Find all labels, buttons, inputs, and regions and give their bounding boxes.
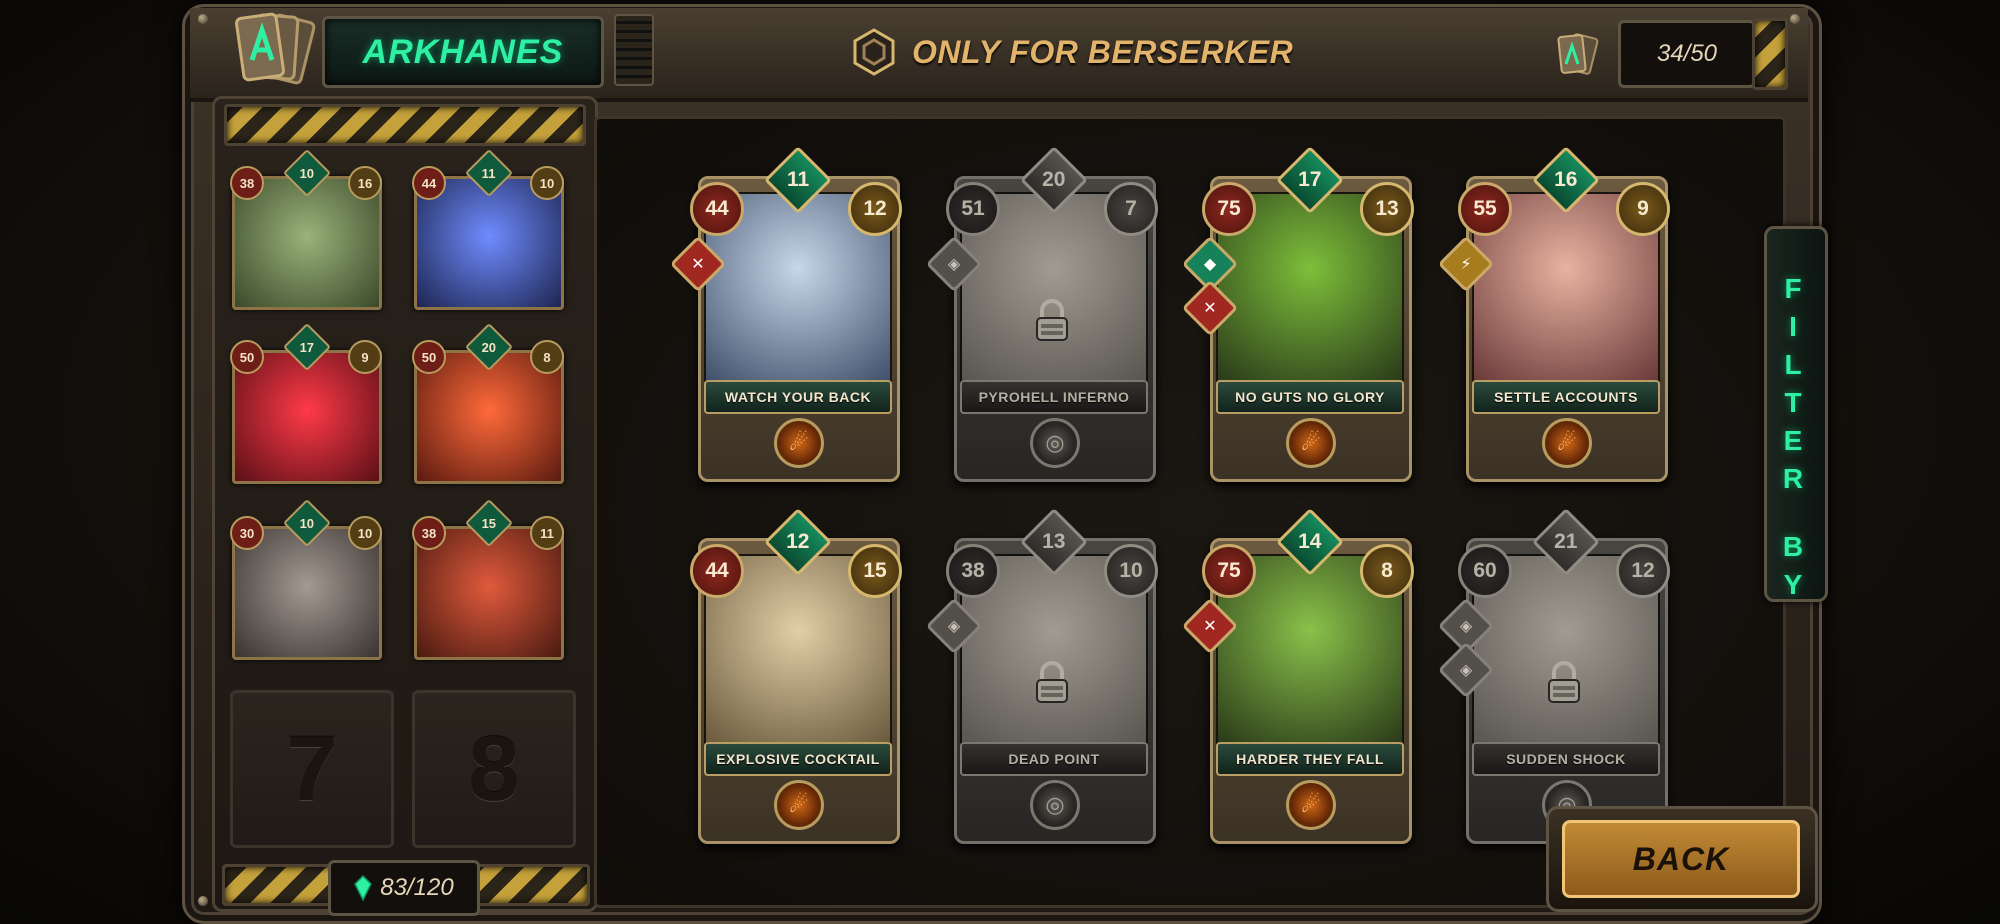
rivet: [198, 896, 208, 906]
defense-stat: 16: [348, 166, 382, 200]
energy-cost-value: 11: [482, 165, 496, 181]
berserker-class-icon: ☄: [774, 418, 824, 468]
defense-stat: 10: [348, 516, 382, 550]
deck-card-slot[interactable]: 50 17 9: [224, 322, 384, 484]
filter-by-tab-label: FILTER BY: [1764, 270, 1822, 604]
defense-stat: 9: [348, 340, 382, 374]
lock-icon: [1548, 661, 1580, 703]
speaker-grille: [614, 14, 654, 86]
filter-by-label-line: FILTER: [1782, 273, 1804, 494]
hazard-stripe: [1752, 18, 1788, 90]
defense-stat: 8: [530, 340, 564, 374]
energy-cost-value: 14: [1298, 529, 1322, 553]
class-filter-hex-icon[interactable]: [852, 28, 896, 76]
deck-card-slot[interactable]: 38 15 11: [406, 498, 566, 660]
attack-stat: 44: [690, 544, 744, 598]
defense-stat: 12: [1616, 544, 1670, 598]
attack-stat: 50: [412, 340, 446, 374]
attack-stat: 50: [230, 340, 264, 374]
attack-stat: 38: [412, 516, 446, 550]
energy-cost-value: 12: [786, 529, 810, 553]
card-title: SETTLE ACCOUNTS: [1472, 380, 1660, 414]
energy-cost-value: 11: [786, 167, 810, 191]
rivet: [198, 14, 208, 24]
filter-by-label-line: BY: [1782, 531, 1804, 600]
collection-card[interactable]: SETTLE ACCOUNTS ☄ 55 9 16 ⚡: [1437, 146, 1670, 498]
attack-stat: 30: [230, 516, 264, 550]
card-title: EXPLOSIVE COCKTAIL: [704, 742, 892, 776]
locked-card[interactable]: DEAD POINT ◎ 38 10 13 ◈: [925, 508, 1158, 860]
attack-stat: 75: [1202, 544, 1256, 598]
locked-card[interactable]: PYROHELL INFERNO ◎ 51 7 20 ◈: [925, 146, 1158, 498]
lock-icon: [1036, 661, 1068, 703]
card-count-icon: [1557, 33, 1599, 75]
card-title: DEAD POINT: [960, 742, 1148, 776]
crystal-counter: 83/120: [328, 860, 480, 916]
berserker-class-icon: ☄: [774, 780, 824, 830]
back-button[interactable]: BACK: [1562, 820, 1800, 898]
collection-card[interactable]: EXPLOSIVE COCKTAIL ☄ 44 15 12: [690, 508, 902, 860]
collection-card[interactable]: NO GUTS NO GLORY ☄ 75 13 17 ◆ ✕: [1181, 146, 1414, 498]
defense-stat: 13: [1360, 182, 1414, 236]
attack-stat: 44: [412, 166, 446, 200]
attack-stat: 60: [1458, 544, 1512, 598]
energy-cost-value: 16: [1554, 167, 1578, 191]
deck-card-slot[interactable]: 50 20 8: [406, 322, 566, 484]
deck-card-slot[interactable]: 38 10 16: [224, 148, 384, 310]
defense-stat: 11: [530, 516, 564, 550]
energy-cost-value: 15: [481, 515, 497, 531]
empty-deck-slot[interactable]: 8: [412, 690, 576, 848]
attack-stat: 75: [1202, 182, 1256, 236]
crystal-count: 83/120: [380, 874, 454, 901]
berserker-class-icon: ◎: [1030, 780, 1080, 830]
deck-card-slot[interactable]: 30 10 10: [224, 498, 384, 660]
defense-stat: 15: [848, 544, 902, 598]
deck-card-count: 34/50: [1618, 20, 1756, 88]
lock-icon: [1036, 299, 1068, 341]
card-title: WATCH YOUR BACK: [704, 380, 892, 414]
energy-cost-value: 17: [1298, 167, 1322, 191]
deck-cards-emblem-icon: [235, 12, 316, 85]
energy-cost-value: 13: [1042, 529, 1066, 553]
berserker-class-icon: ◎: [1030, 418, 1080, 468]
energy-cost-value: 20: [1042, 167, 1066, 191]
attack-stat: 38: [946, 544, 1000, 598]
collection-card[interactable]: WATCH YOUR BACK ☄ 44 12 11 ✕: [669, 146, 902, 498]
defense-stat: 10: [530, 166, 564, 200]
deck-card-slot[interactable]: 44 11 10: [406, 148, 566, 310]
defense-stat: 10: [1104, 544, 1158, 598]
attack-stat: 44: [690, 182, 744, 236]
berserker-class-icon: ☄: [1286, 418, 1336, 468]
berserker-class-icon: ☄: [1542, 418, 1592, 468]
energy-cost-value: 17: [299, 339, 315, 355]
collection-card[interactable]: HARDER THEY FALL ☄ 75 8 14 ✕: [1181, 508, 1414, 860]
energy-cost-value: 20: [481, 339, 497, 355]
card-title: PYROHELL INFERNO: [960, 380, 1148, 414]
energy-cost-value: 10: [299, 515, 315, 531]
energy-cost-value: 21: [1554, 529, 1578, 553]
energy-cost-value: 10: [299, 165, 315, 181]
hazard-stripe: [224, 104, 586, 146]
attack-stat: 55: [1458, 182, 1512, 236]
rivet: [1790, 14, 1800, 24]
attack-stat: 51: [946, 182, 1000, 236]
card-title: NO GUTS NO GLORY: [1216, 380, 1404, 414]
card-title: SUDDEN SHOCK: [1472, 742, 1660, 776]
defense-stat: 8: [1360, 544, 1414, 598]
filter-label: ONLY FOR BERSERKER: [912, 34, 1294, 70]
defense-stat: 7: [1104, 182, 1158, 236]
deck-name-plate[interactable]: ARKHANES: [322, 16, 604, 88]
empty-deck-slot[interactable]: 7: [230, 690, 394, 848]
card-title: HARDER THEY FALL: [1216, 742, 1404, 776]
crystal-icon: [354, 875, 373, 901]
berserker-class-icon: ☄: [1286, 780, 1336, 830]
attack-stat: 38: [230, 166, 264, 200]
defense-stat: 12: [848, 182, 902, 236]
defense-stat: 9: [1616, 182, 1670, 236]
